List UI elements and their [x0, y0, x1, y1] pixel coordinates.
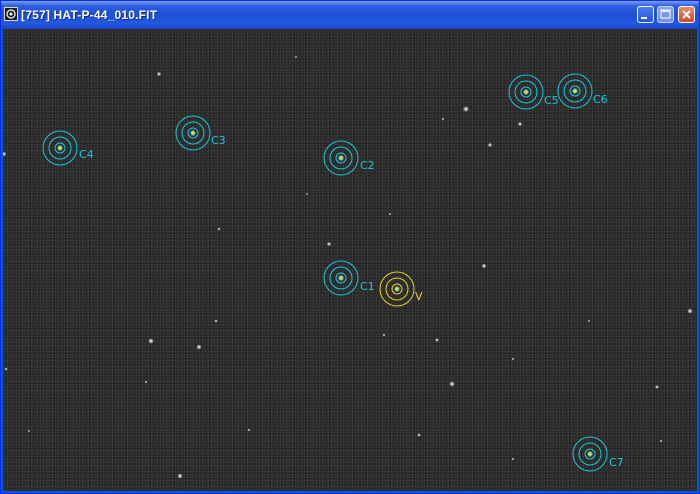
minimize-button[interactable]	[637, 6, 654, 23]
aperture-label: C7	[609, 456, 624, 469]
aperture-c2[interactable]: C2	[323, 140, 375, 176]
field-star	[511, 357, 515, 361]
aperture-label: C2	[360, 159, 375, 172]
aperture-label: C1	[360, 280, 375, 293]
aperture-label: C5	[544, 94, 559, 107]
field-star	[511, 457, 515, 461]
field-star	[659, 439, 663, 443]
field-star	[417, 433, 421, 437]
aperture-c4[interactable]: C4	[42, 130, 94, 166]
field-star	[326, 241, 332, 247]
minimize-icon	[641, 17, 647, 19]
aperture-variable[interactable]: V	[379, 271, 423, 307]
field-star	[177, 473, 183, 479]
field-star	[449, 381, 455, 387]
field-star	[247, 428, 251, 432]
field-star	[305, 192, 309, 196]
field-star	[487, 142, 493, 148]
close-button[interactable]	[678, 6, 695, 23]
maximize-button[interactable]	[657, 6, 674, 23]
app-icon[interactable]	[4, 7, 18, 21]
field-star	[441, 117, 445, 121]
field-stars	[3, 55, 693, 479]
field-star	[587, 319, 591, 323]
field-star	[294, 55, 298, 59]
field-star	[655, 385, 659, 389]
field-star	[217, 227, 221, 231]
field-star	[435, 338, 439, 342]
star-field: C4 C3 C2 C5 C6 C1 V C7	[3, 55, 693, 479]
field-star	[4, 367, 8, 371]
close-icon	[682, 10, 691, 19]
field-star	[144, 380, 148, 384]
aperture-c7[interactable]: C7	[572, 436, 624, 472]
aperture-label: C4	[79, 148, 94, 161]
field-star	[687, 308, 693, 314]
field-star	[481, 263, 487, 269]
title-bar[interactable]: [757] HAT-P-44_010.FIT	[1, 1, 699, 29]
field-star	[196, 344, 202, 350]
field-star	[388, 212, 392, 216]
aperture-c1[interactable]: C1	[323, 260, 375, 296]
maximize-icon	[660, 9, 671, 19]
aperture-label: C6	[593, 93, 608, 106]
aperture-c6[interactable]: C6	[557, 73, 608, 109]
field-star	[27, 429, 31, 433]
field-star	[3, 151, 7, 157]
image-window: [757] HAT-P-44_010.FIT C4 C3 C2 C5 C6 C1…	[0, 0, 700, 494]
field-star	[517, 121, 523, 127]
fits-image-canvas[interactable]: C4 C3 C2 C5 C6 C1 V C7	[3, 29, 697, 491]
field-star	[148, 338, 154, 344]
field-star	[214, 319, 218, 323]
field-star	[382, 333, 386, 337]
aperture-c3[interactable]: C3	[175, 115, 226, 151]
window-title: [757] HAT-P-44_010.FIT	[21, 8, 158, 22]
aperture-label: C3	[211, 134, 226, 147]
field-star	[463, 106, 469, 112]
aperture-label: V	[415, 290, 423, 303]
field-star	[156, 71, 162, 77]
aperture-c5[interactable]: C5	[508, 74, 559, 110]
